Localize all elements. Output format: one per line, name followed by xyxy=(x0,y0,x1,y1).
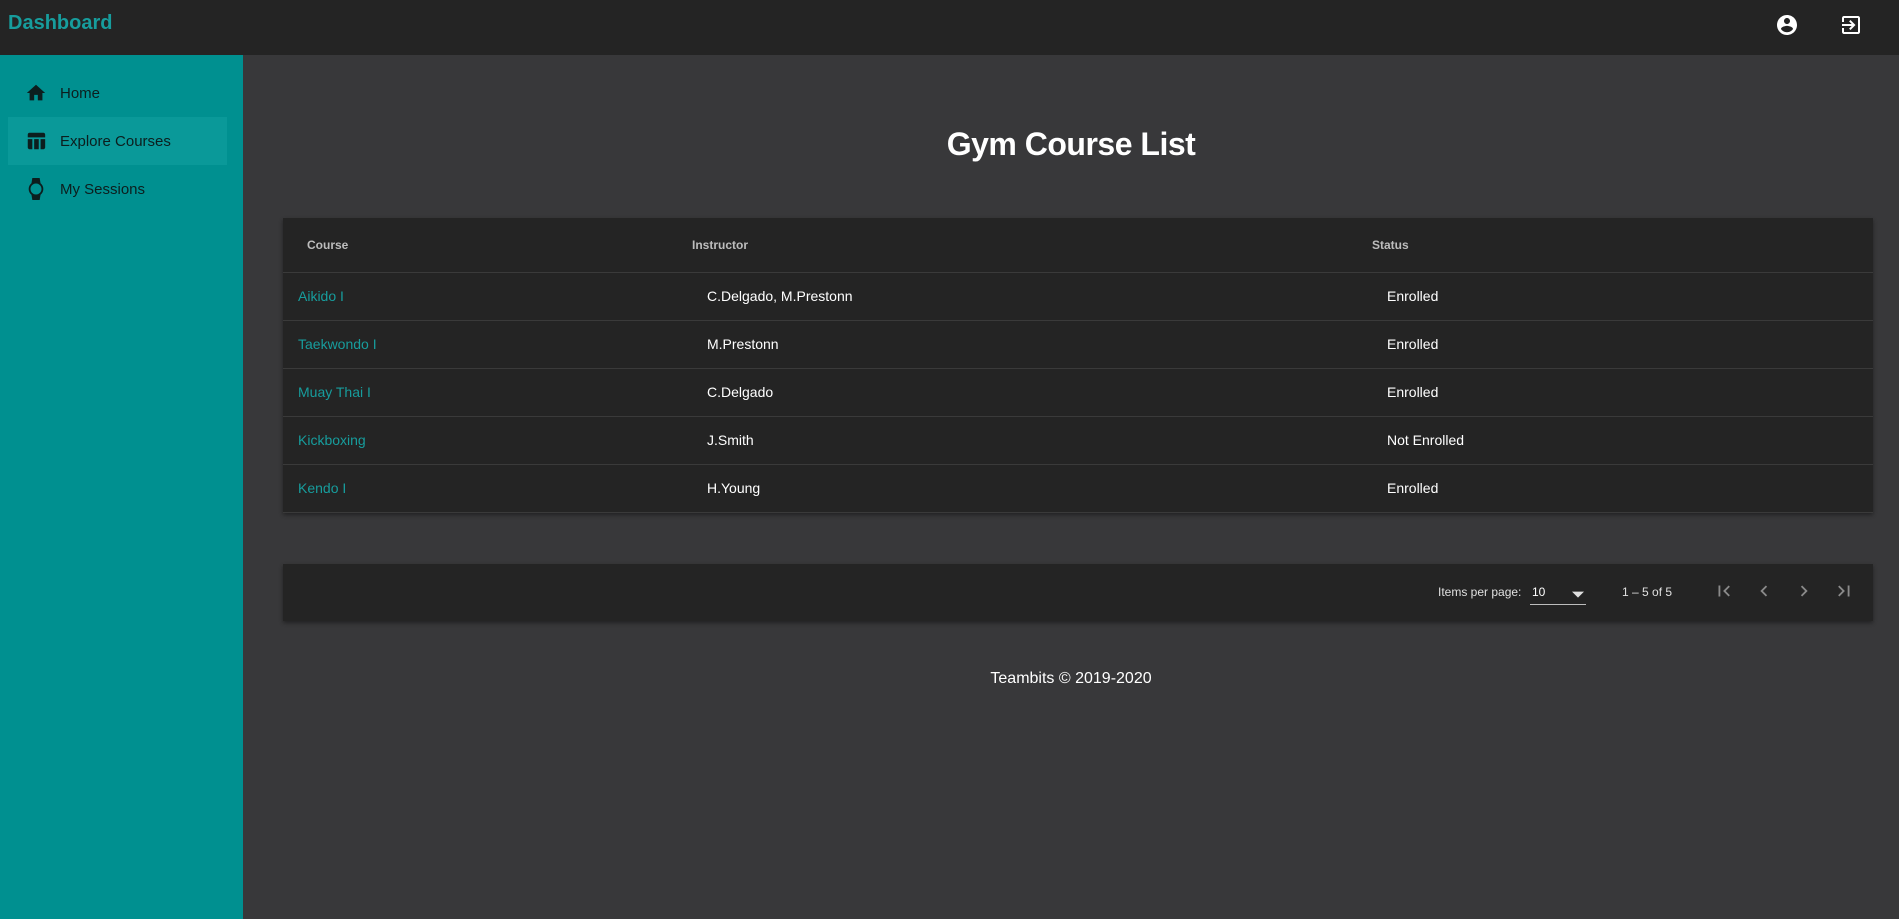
next-page-button[interactable] xyxy=(1791,580,1817,606)
account-circle-icon[interactable] xyxy=(1774,12,1800,38)
instructor-cell: J.Smith xyxy=(707,432,754,448)
chevron-right-icon xyxy=(1793,580,1815,607)
page-range-label: 1 – 5 of 5 xyxy=(1622,585,1673,599)
sidebar-item-explore-courses[interactable]: Explore Courses xyxy=(8,117,227,165)
dropdown-arrow-icon xyxy=(1572,587,1584,605)
table-row: Muay Thai I C.Delgado Enrolled xyxy=(283,369,1873,417)
course-link[interactable]: Aikido I xyxy=(298,288,344,304)
column-header-instructor[interactable]: Instructor xyxy=(692,238,748,252)
paginator: Items per page: 10 1 – 5 of 5 xyxy=(283,564,1873,621)
top-bar: Dashboard xyxy=(0,0,1899,55)
items-per-page-label: Items per page: xyxy=(1438,585,1522,599)
course-link[interactable]: Kickboxing xyxy=(298,432,366,448)
sidebar-item-label: Explore Courses xyxy=(60,132,171,150)
instructor-cell: C.Delgado xyxy=(707,384,774,400)
footer-copyright: Teambits © 2019-2020 xyxy=(990,670,1152,687)
previous-page-button[interactable] xyxy=(1751,580,1777,606)
table-header: Course Instructor Status xyxy=(283,218,1873,273)
chevron-left-icon xyxy=(1753,580,1775,607)
course-link[interactable]: Taekwondo I xyxy=(298,336,377,352)
items-per-page-select[interactable]: 10 xyxy=(1530,581,1586,605)
table-row: Taekwondo I M.Prestonn Enrolled xyxy=(283,321,1873,369)
logout-icon[interactable] xyxy=(1838,12,1864,38)
status-cell: Enrolled xyxy=(1387,288,1439,304)
sidebar-item-home[interactable]: Home xyxy=(8,69,227,117)
items-per-page-value: 10 xyxy=(1532,585,1546,599)
course-link[interactable]: Kendo I xyxy=(298,480,346,496)
status-cell: Not Enrolled xyxy=(1387,432,1465,448)
table-row: Kendo I H.Young Enrolled xyxy=(283,465,1873,513)
app-title[interactable]: Dashboard xyxy=(8,12,112,35)
last-page-button[interactable] xyxy=(1831,580,1857,606)
last-page-icon xyxy=(1833,580,1855,607)
page-title: Gym Course List xyxy=(946,126,1196,162)
home-icon xyxy=(24,81,48,105)
column-header-course[interactable]: Course xyxy=(307,238,348,252)
table-row: Kickboxing J.Smith Not Enrolled xyxy=(283,417,1873,465)
status-cell: Enrolled xyxy=(1387,480,1439,496)
course-link[interactable]: Muay Thai I xyxy=(298,384,371,400)
course-table: Course Instructor Status Aikido I C.Delg… xyxy=(283,218,1873,513)
instructor-cell: C.Delgado, M.Prestonn xyxy=(707,288,853,304)
status-cell: Enrolled xyxy=(1387,336,1439,352)
sidebar: Home Explore Courses My Sessions xyxy=(0,55,243,919)
sidebar-item-label: Home xyxy=(60,84,101,102)
instructor-cell: H.Young xyxy=(707,480,761,496)
sidebar-item-label: My Sessions xyxy=(60,180,146,198)
table-icon xyxy=(24,129,48,153)
watch-icon xyxy=(24,177,48,201)
column-header-status[interactable]: Status xyxy=(1372,238,1409,252)
first-page-button[interactable] xyxy=(1711,580,1737,606)
first-page-icon xyxy=(1713,580,1735,607)
instructor-cell: M.Prestonn xyxy=(707,336,779,352)
status-cell: Enrolled xyxy=(1387,384,1439,400)
table-row: Aikido I C.Delgado, M.Prestonn Enrolled xyxy=(283,273,1873,321)
sidebar-item-my-sessions[interactable]: My Sessions xyxy=(8,165,227,213)
